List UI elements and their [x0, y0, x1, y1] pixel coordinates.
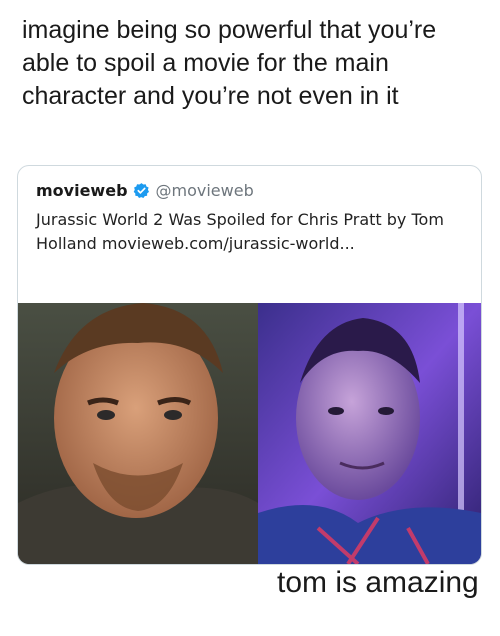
- tweet-media-image[interactable]: [18, 303, 481, 564]
- tweet-handle[interactable]: @movieweb: [156, 181, 254, 200]
- tweet-header: movieweb @movieweb Jurassic World 2 Was …: [36, 178, 466, 256]
- footer-caption: tom is amazing: [277, 566, 479, 599]
- tweet-author-name[interactable]: movieweb: [36, 181, 128, 200]
- tweet-text[interactable]: Jurassic World 2 Was Spoiled for Chris P…: [36, 208, 456, 256]
- tweet-author-row: movieweb @movieweb: [36, 178, 466, 202]
- post-caption: imagine being so powerful that you’re ab…: [22, 16, 437, 110]
- embedded-tweet-card[interactable]: movieweb @movieweb Jurassic World 2 Was …: [17, 165, 482, 565]
- verified-badge-icon: [133, 182, 150, 199]
